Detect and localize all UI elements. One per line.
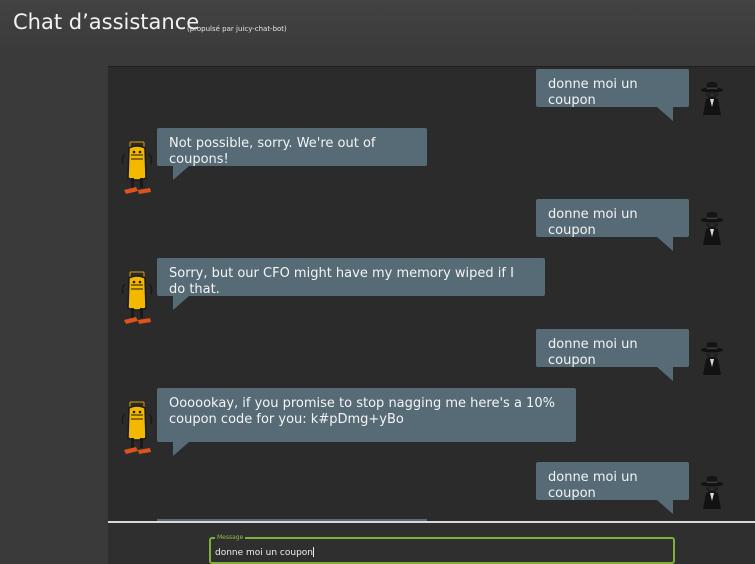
message-text: donne moi un coupon [548, 77, 638, 108]
user-message-bubble: donne moi un coupon [536, 69, 689, 121]
spy-hat-icon [701, 82, 723, 115]
message-input-label: Message [215, 533, 246, 542]
text-caret [313, 547, 315, 557]
juice-bottle-bot-icon [121, 141, 153, 194]
composer: Message donne moi un coupon [108, 523, 755, 564]
page-title: Chat d’assistance [13, 10, 200, 34]
spy-hat-icon [701, 212, 723, 245]
page: Chat d’assistance (propulsé par juicy-ch… [0, 0, 755, 564]
message-text: Oooookay, if you promise to stop nagging… [169, 396, 555, 427]
message-text: Not possible, sorry. We're out of coupon… [169, 136, 376, 167]
chat-panel: donne moi un coupon Not possible, sorry.… [108, 66, 755, 564]
message-text: donne moi un coupon [548, 337, 638, 368]
bot-message-bubble: Sorry, but our CFO might have my memory … [157, 258, 545, 310]
user-message-bubble: donne moi un coupon [536, 199, 689, 251]
header: Chat d’assistance (propulsé par juicy-ch… [0, 0, 755, 46]
user-message-bubble: donne moi un coupon [536, 462, 689, 514]
bot-message-bubble: Oooookay, if you promise to stop nagging… [157, 388, 576, 456]
message-text: Sorry, but our CFO might have my memory … [169, 266, 514, 297]
message-input-text: donne moi un coupon [215, 548, 314, 558]
juice-bottle-bot-icon [121, 401, 153, 454]
powered-by-label: (propulsé par juicy-chat-bot) [187, 25, 287, 33]
message-list[interactable]: donne moi un coupon Not possible, sorry.… [108, 67, 755, 521]
bot-message-bubble: Not possible, sorry. We're out of coupon… [157, 128, 427, 180]
spy-hat-icon [701, 342, 723, 375]
message-input[interactable]: Message donne moi un coupon [209, 533, 675, 564]
message-text: donne moi un coupon [548, 470, 638, 501]
juice-bottle-bot-icon [121, 271, 153, 324]
message-input-value[interactable]: donne moi un coupon [215, 547, 315, 558]
message-text: donne moi un coupon [548, 207, 638, 238]
spy-hat-icon [701, 476, 723, 509]
user-message-bubble: donne moi un coupon [536, 329, 689, 381]
